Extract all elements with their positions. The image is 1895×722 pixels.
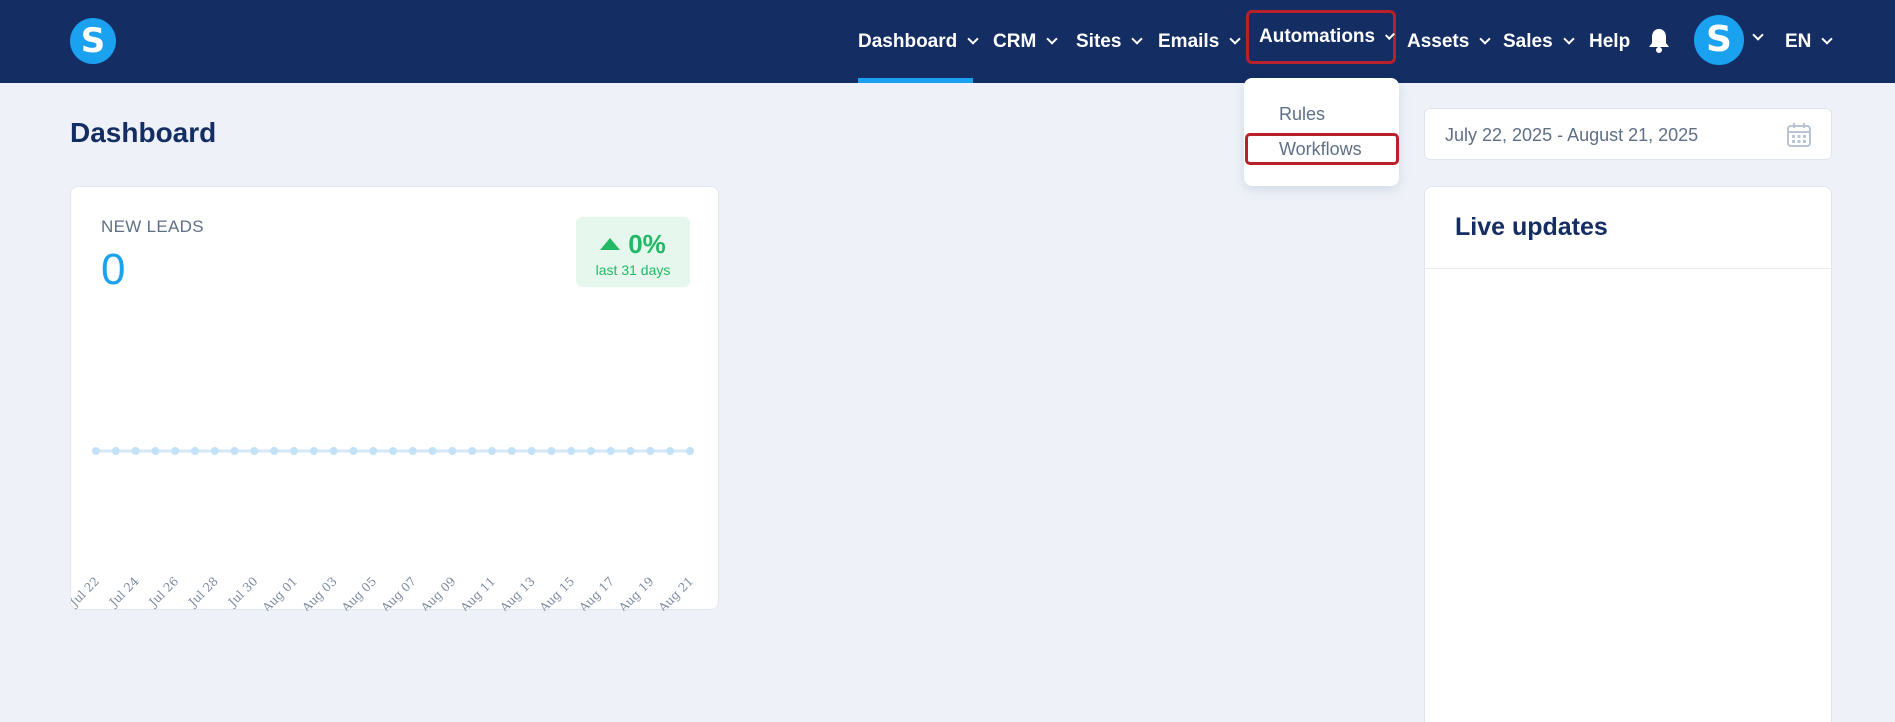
chevron-down-icon: [967, 33, 979, 45]
data-point[interactable]: [191, 447, 199, 455]
data-point[interactable]: [606, 447, 615, 455]
nav-help-label: Help: [1589, 30, 1631, 52]
x-tick-label: Aug 03: [299, 574, 340, 611]
nav-sales-label: Sales: [1503, 30, 1553, 52]
x-tick-label: Jul 24: [105, 574, 142, 611]
data-point[interactable]: [527, 447, 536, 455]
new-leads-line-chart: Jul 22 Jul 24 Jul 26 Jul 28 Jul 30 Aug 01 Aug …: [71, 447, 696, 611]
language-selector[interactable]: EN: [1785, 0, 1834, 83]
data-point[interactable]: [210, 447, 219, 455]
data-point[interactable]: [111, 447, 120, 455]
menu-item-rules[interactable]: Rules: [1279, 104, 1325, 125]
data-point[interactable]: [646, 447, 655, 455]
chevron-down-icon: [1385, 29, 1395, 40]
live-updates-title: Live updates: [1455, 213, 1608, 241]
x-tick-label: Aug 17: [576, 574, 617, 611]
data-point[interactable]: [488, 447, 496, 455]
data-point[interactable]: [408, 447, 417, 455]
live-updates-card: Live updates: [1424, 186, 1832, 722]
calendar-icon: [1787, 123, 1811, 147]
data-point[interactable]: [171, 447, 180, 455]
x-tick-label: Jul 26: [145, 574, 181, 610]
data-point[interactable]: [369, 447, 378, 455]
nav-assets-label: Assets: [1407, 30, 1470, 52]
divider: [1425, 268, 1831, 269]
top-navbar: S Dashboard CRM Sites Emails Automations…: [0, 0, 1895, 83]
data-point[interactable]: [329, 447, 338, 455]
data-point[interactable]: [230, 447, 239, 455]
data-point[interactable]: [448, 447, 457, 455]
nav-emails-label: Emails: [1158, 30, 1220, 52]
data-point[interactable]: [428, 447, 437, 455]
chevron-down-icon: [1562, 33, 1575, 45]
user-avatar[interactable]: S: [1694, 15, 1744, 65]
active-nav-indicator: [858, 78, 973, 83]
data-point[interactable]: [587, 447, 595, 455]
new-leads-card: NEW LEADS 0 0% last 31 days Jul 22 Jul 24…: [70, 186, 719, 611]
x-tick-label: Jul 28: [185, 574, 221, 610]
nav-sites-label: Sites: [1076, 30, 1122, 52]
date-range-value: July 22, 2025 - August 21, 2025: [1445, 125, 1699, 145]
language-label: EN: [1785, 30, 1812, 52]
nav-emails[interactable]: Emails: [1158, 0, 1241, 83]
data-point[interactable]: [547, 447, 556, 455]
x-tick-label: Aug 05: [338, 574, 379, 611]
x-tick-label: Aug 07: [378, 574, 419, 611]
x-tick-label: Aug 11: [457, 574, 498, 611]
x-tick-label: Aug 19: [615, 574, 656, 611]
data-point[interactable]: [131, 447, 140, 455]
nav-automations[interactable]: Automations: [1246, 10, 1396, 64]
data-point[interactable]: [389, 447, 397, 455]
x-tick-label: Aug 21: [655, 574, 696, 611]
nav-crm-label: CRM: [993, 30, 1037, 52]
nav-dashboard-label: Dashboard: [858, 30, 958, 52]
automations-dropdown-menu: Rules Workflows: [1244, 78, 1399, 186]
chevron-down-icon[interactable]: [1752, 29, 1764, 41]
data-point[interactable]: [507, 447, 516, 455]
data-point[interactable]: [250, 447, 259, 455]
data-point[interactable]: [626, 447, 635, 455]
data-point[interactable]: [686, 447, 694, 455]
nav-sites[interactable]: Sites: [1076, 0, 1144, 83]
x-tick-label: Aug 01: [259, 574, 300, 611]
data-point[interactable]: [151, 447, 160, 455]
nav-automations-label: Automations: [1259, 26, 1376, 47]
menu-item-workflows[interactable]: Workflows: [1245, 133, 1399, 165]
date-range-picker[interactable]: July 22, 2025 - August 21, 2025: [1424, 108, 1832, 160]
x-tick-label: Aug 13: [497, 574, 538, 611]
chevron-down-icon: [1131, 33, 1144, 45]
chevron-down-icon: [1046, 33, 1058, 45]
x-tick-label: Jul 22: [71, 574, 102, 610]
bell-icon[interactable]: [1648, 27, 1670, 53]
nav-help[interactable]: Help: [1589, 0, 1630, 83]
x-tick-label: Jul 30: [224, 574, 260, 610]
data-point[interactable]: [349, 447, 358, 455]
data-point[interactable]: [567, 447, 576, 455]
nav-sales[interactable]: Sales: [1503, 0, 1575, 83]
data-point[interactable]: [92, 447, 100, 455]
data-point[interactable]: [309, 447, 318, 455]
nav-dashboard[interactable]: Dashboard: [858, 0, 979, 83]
x-tick-label: Aug 09: [417, 574, 458, 611]
nav-crm[interactable]: CRM: [993, 0, 1058, 83]
data-point[interactable]: [468, 447, 477, 455]
chevron-down-icon: [1229, 33, 1241, 45]
data-point[interactable]: [270, 447, 279, 455]
nav-assets[interactable]: Assets: [1407, 0, 1491, 83]
app-logo[interactable]: S: [70, 18, 116, 64]
x-tick-label: Aug 15: [536, 574, 577, 611]
chevron-down-icon: [1821, 33, 1834, 45]
page-title: Dashboard: [70, 117, 217, 148]
data-point[interactable]: [290, 447, 298, 455]
data-point[interactable]: [666, 447, 675, 455]
chevron-down-icon: [1479, 33, 1491, 45]
